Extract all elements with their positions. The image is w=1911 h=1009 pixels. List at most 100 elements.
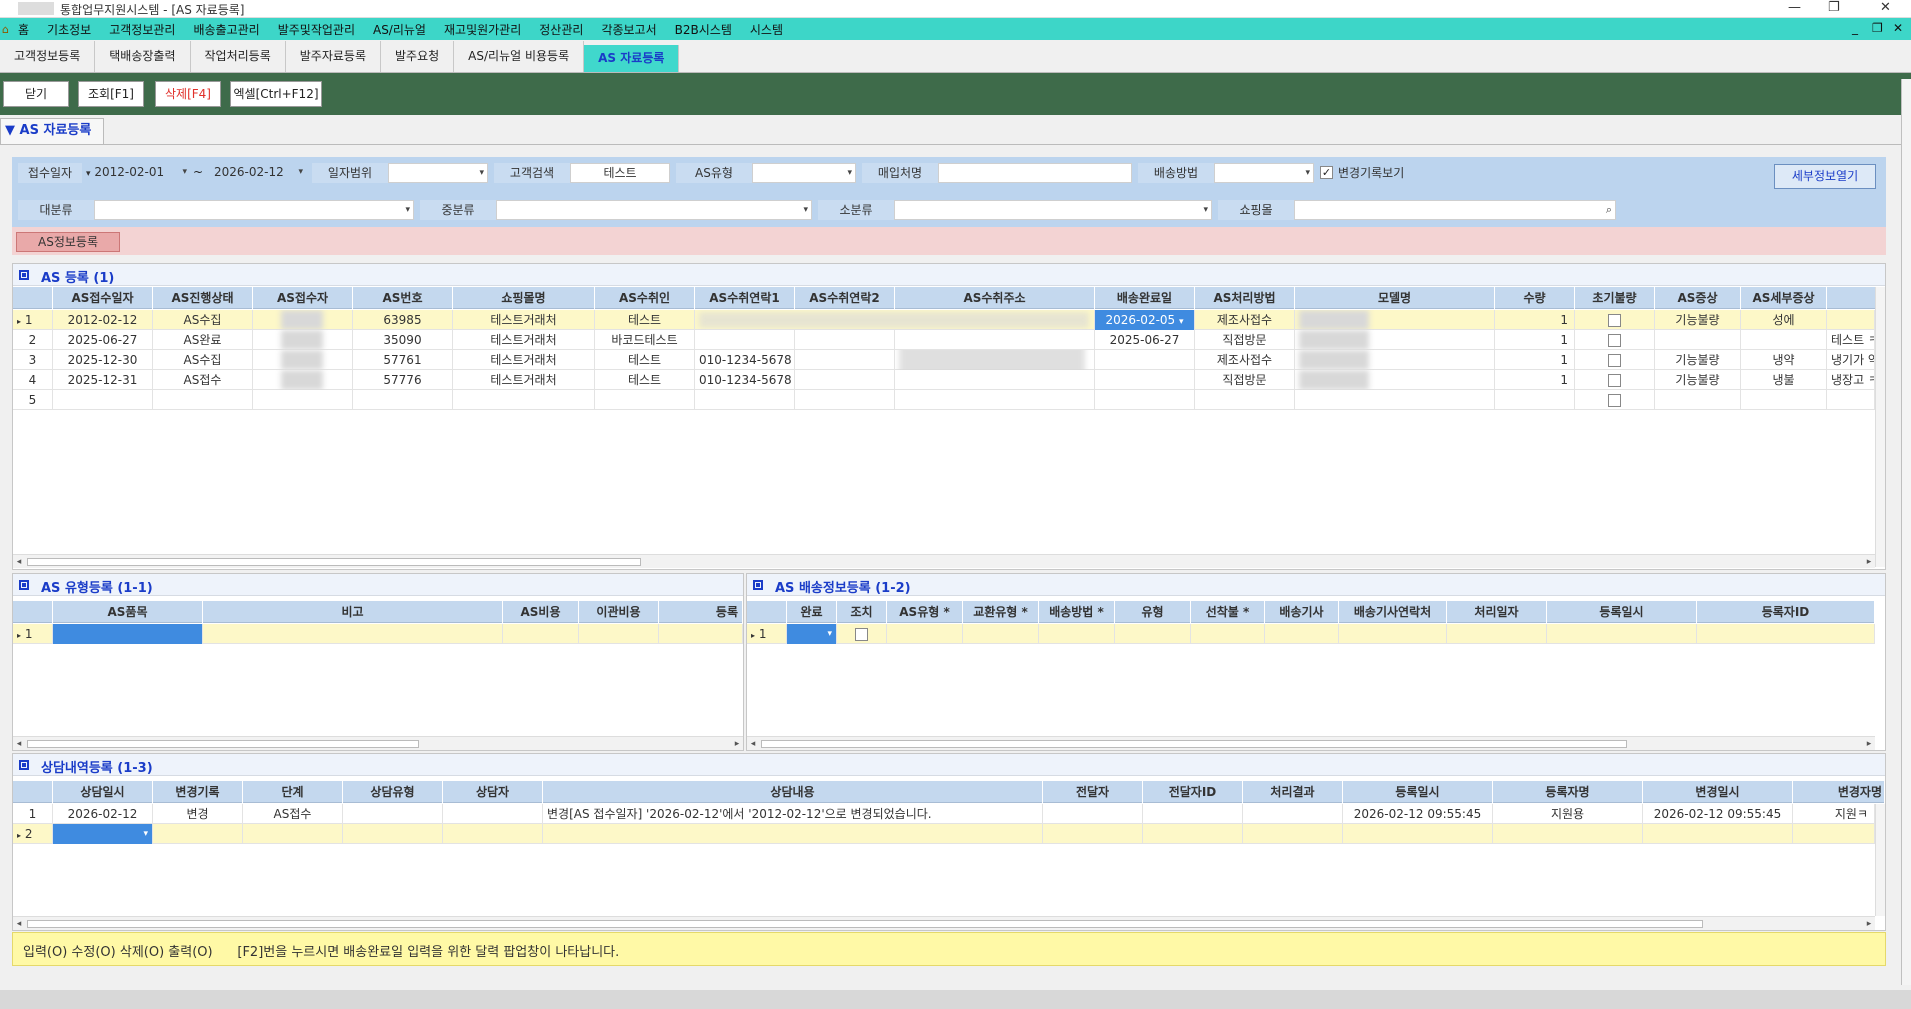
chevron-down-icon[interactable]: ▾ xyxy=(847,164,852,182)
tab-work-process[interactable]: 작업처리등록 xyxy=(191,41,286,72)
col-tel1[interactable]: AS수취연락1 xyxy=(695,287,795,309)
menu-system[interactable]: 시스템 xyxy=(741,21,792,38)
mdi-restore-button[interactable]: ❐ xyxy=(1872,21,1883,35)
cell-symptom[interactable] xyxy=(1655,390,1741,410)
menu-basic-info[interactable]: 기초정보 xyxy=(38,21,100,38)
cell-address[interactable] xyxy=(895,330,1095,350)
chevron-down-icon[interactable]: ▾ xyxy=(182,163,187,181)
cell-reg-time[interactable] xyxy=(1343,824,1493,844)
cell-change-record[interactable]: 변경 xyxy=(153,804,243,824)
cell-model[interactable] xyxy=(1295,370,1495,390)
cell-receiver[interactable] xyxy=(253,350,353,370)
cell-consult-time[interactable]: ▾ xyxy=(53,824,153,844)
chevron-down-icon[interactable]: ▾ xyxy=(803,201,808,219)
detail-open-button[interactable]: 세부정보열기 xyxy=(1774,164,1876,189)
col-consult-time[interactable]: 상담일시 xyxy=(53,781,153,803)
cell-reg-name[interactable]: 지원용 xyxy=(1493,804,1643,824)
scroll-right-icon[interactable]: ▸ xyxy=(1863,737,1875,751)
cell-remark[interactable] xyxy=(203,624,503,644)
tab-waybill-print[interactable]: 택배송장출력 xyxy=(95,41,191,72)
collapse-icon[interactable] xyxy=(753,580,763,590)
chevron-down-icon[interactable]: ▾ xyxy=(827,629,832,639)
col-result[interactable]: 처리결과 xyxy=(1243,781,1343,803)
cell-delivered-date[interactable] xyxy=(1095,370,1195,390)
col-as-item[interactable]: AS품목 xyxy=(53,601,203,623)
cell-qty[interactable]: 1 xyxy=(1495,370,1575,390)
cell-reg-time[interactable]: 2026-02-12 09:55:45 xyxy=(1343,804,1493,824)
cell-extra[interactable]: 냉장고 ㅋ xyxy=(1827,370,1875,390)
cell-defect-checkbox[interactable] xyxy=(1575,390,1655,410)
cell-model[interactable] xyxy=(1295,390,1495,410)
col-mod-time[interactable]: 변경일시 xyxy=(1643,781,1793,803)
checkbox-icon[interactable] xyxy=(855,628,868,641)
cell-extra[interactable]: 테스트 ㅋ xyxy=(1827,330,1875,350)
cell-process-date[interactable] xyxy=(1447,624,1547,644)
col-process-method[interactable]: AS처리방법 xyxy=(1195,287,1295,309)
col-consultant[interactable]: 상담자 xyxy=(443,781,543,803)
col-type[interactable]: 유형 xyxy=(1115,601,1191,623)
cell-stage[interactable]: AS접수 xyxy=(243,804,343,824)
col-exchange-type[interactable]: 교환유형 * xyxy=(963,601,1039,623)
col-reg-name[interactable]: 등록자명 xyxy=(1493,781,1643,803)
cell-status[interactable] xyxy=(153,390,253,410)
cell-model[interactable] xyxy=(1295,330,1495,350)
cell-consult-time[interactable]: 2026-02-12 xyxy=(53,804,153,824)
cell-as-number[interactable]: 57761 xyxy=(353,350,453,370)
cell-method[interactable]: 직접방문 xyxy=(1195,330,1295,350)
col-mod-name[interactable]: 변경자명 xyxy=(1793,781,1885,803)
table-row[interactable]: ▸ 1 xyxy=(13,624,743,644)
delete-button[interactable]: 삭제[F4] xyxy=(155,81,221,107)
cell-extra[interactable] xyxy=(1827,310,1875,330)
cell-deliverer-id[interactable] xyxy=(1143,824,1243,844)
col-register[interactable]: 등록 xyxy=(659,601,743,623)
cell-symptom[interactable] xyxy=(1655,330,1741,350)
cell-result[interactable] xyxy=(1243,824,1343,844)
cell-symptom[interactable]: 기능불량 xyxy=(1655,310,1741,330)
col-mall-name[interactable]: 쇼핑몰명 xyxy=(453,287,595,309)
cell-model[interactable] xyxy=(1295,350,1495,370)
col-delivery-method[interactable]: 배송방법 * xyxy=(1039,601,1115,623)
col-detail-symptom[interactable]: AS세부증상 xyxy=(1741,287,1827,309)
cell-recipient[interactable]: 테스트 xyxy=(595,310,695,330)
cell-defect-checkbox[interactable] xyxy=(1575,330,1655,350)
col-address[interactable]: AS수취주소 xyxy=(895,287,1095,309)
cell-mall[interactable]: 테스트거래처 xyxy=(453,330,595,350)
horizontal-scrollbar[interactable]: ◂ ▸ xyxy=(13,554,1875,568)
cell-change-record[interactable] xyxy=(153,824,243,844)
mid-category-select[interactable]: ▾ xyxy=(496,200,812,220)
cell-symptom[interactable]: 기능불량 xyxy=(1655,370,1741,390)
cell-mall[interactable]: 테스트거래처 xyxy=(453,370,595,390)
menu-reports[interactable]: 각종보고서 xyxy=(592,21,665,38)
cell-content[interactable] xyxy=(543,824,1043,844)
chevron-down-icon[interactable]: ▾ xyxy=(143,829,148,839)
cell-mall[interactable]: 테스트거래처 xyxy=(453,310,595,330)
delivery-method-select[interactable]: ▾ xyxy=(1214,163,1314,183)
cell-mall[interactable]: 테스트거래처 xyxy=(453,350,595,370)
col-model[interactable]: 모델명 xyxy=(1295,287,1495,309)
scroll-right-icon[interactable]: ▸ xyxy=(731,737,743,751)
table-row[interactable]: 5 xyxy=(13,390,1875,410)
menu-order-work[interactable]: 발주및작업관리 xyxy=(269,21,364,38)
table-row[interactable]: ▸ 1 ▾ xyxy=(747,624,1875,644)
col-driver-contact[interactable]: 배송기사연락처 xyxy=(1339,601,1447,623)
cell-method[interactable]: 직접방문 xyxy=(1195,370,1295,390)
vertical-scrollbar[interactable] xyxy=(1875,287,1885,567)
cell-tel2[interactable] xyxy=(795,350,895,370)
cell-prepaid[interactable] xyxy=(1191,624,1265,644)
cell-recipient[interactable]: 테스트 xyxy=(595,370,695,390)
scroll-left-icon[interactable]: ◂ xyxy=(13,917,25,931)
cell-type[interactable] xyxy=(1115,624,1191,644)
cell-delivered-date[interactable] xyxy=(1095,350,1195,370)
cell-recipient[interactable] xyxy=(595,390,695,410)
cell-detail[interactable] xyxy=(1741,390,1827,410)
cell-delivery-method[interactable] xyxy=(1039,624,1115,644)
col-as-date[interactable]: AS접수일자 xyxy=(53,287,153,309)
col-symptom[interactable]: AS증상 xyxy=(1655,287,1741,309)
cell-method[interactable]: 제조사접수 xyxy=(1195,310,1295,330)
chevron-down-icon[interactable]: ▾ xyxy=(1203,201,1208,219)
tab-order-data[interactable]: 발주자료등록 xyxy=(286,41,381,72)
col-remark[interactable]: 비고 xyxy=(203,601,503,623)
checkbox-icon[interactable] xyxy=(1608,314,1621,327)
col-delivered-date[interactable]: 배송완료일 xyxy=(1095,287,1195,309)
cell-qty[interactable]: 1 xyxy=(1495,330,1575,350)
